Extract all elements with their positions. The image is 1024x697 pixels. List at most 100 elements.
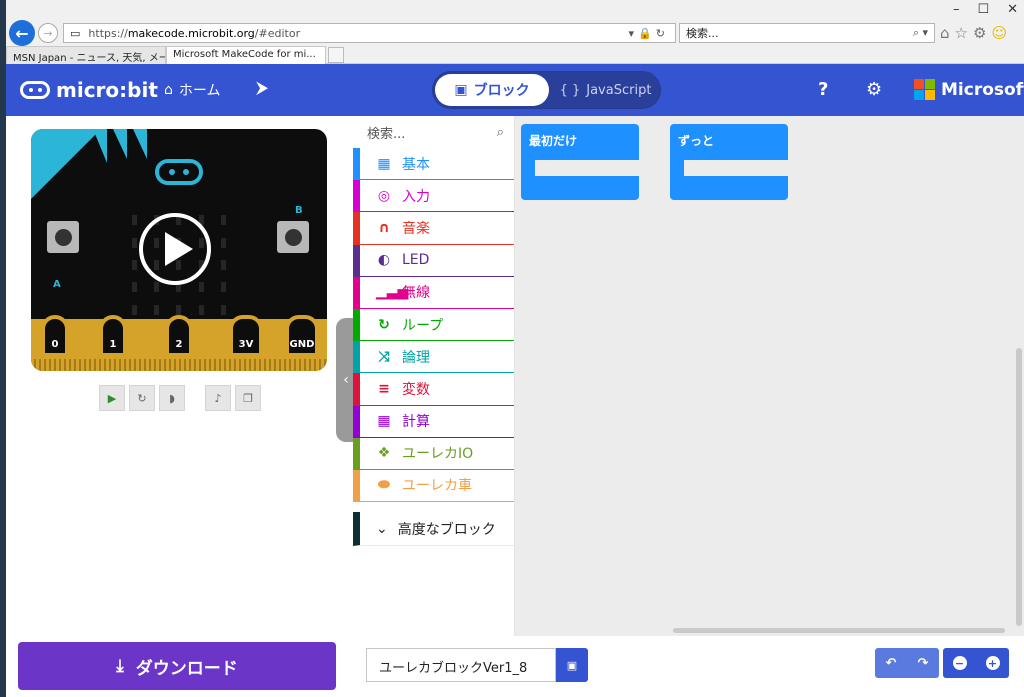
forward-button[interactable]: →	[38, 23, 58, 43]
url-prefix: https://	[88, 26, 128, 40]
save-icon[interactable]: ▣	[556, 648, 588, 682]
category-basic[interactable]: ▦ 基本	[353, 148, 514, 181]
category-label: 基本	[402, 156, 430, 173]
category-variables[interactable]: ≡ 変数	[353, 373, 514, 406]
on-start-block[interactable]: 最初だけ	[521, 124, 639, 200]
url-text: https://makecode.microbit.org/#editor	[88, 27, 300, 40]
workspace-vertical-scrollbar[interactable]	[1016, 348, 1022, 626]
blocks-toggle-button[interactable]: ▣ ブロック	[435, 74, 549, 106]
share-icon[interactable]: ⮞	[256, 78, 268, 98]
board-notch	[93, 129, 107, 163]
home-icon: ⌂	[164, 82, 173, 98]
zoom-out-icon[interactable]: −	[952, 656, 967, 670]
new-tab-button[interactable]	[328, 47, 344, 63]
microbit-logo[interactable]: micro:bit	[20, 78, 158, 102]
zoom-group: − +	[943, 648, 1009, 678]
sound-icon[interactable]: ♪	[205, 385, 231, 411]
url-host: makecode.microbit.org	[127, 26, 255, 40]
address-bar[interactable]: ▭ https://makecode.microbit.org/#editor …	[63, 23, 676, 43]
braces-icon: { }	[559, 82, 581, 98]
microsoft-logo[interactable]: Microsoft	[914, 79, 1024, 100]
smiley-icon[interactable]: ☺	[991, 24, 1007, 42]
category-math[interactable]: ▦ 計算	[353, 405, 514, 438]
play-icon[interactable]: ▶	[99, 385, 125, 411]
minimize-button[interactable]: –	[953, 2, 960, 17]
restart-icon[interactable]: ↻	[129, 385, 155, 411]
download-label: ダウンロード	[135, 658, 238, 679]
simulator-play-icon[interactable]	[139, 213, 211, 285]
close-button[interactable]: ✕	[1007, 2, 1018, 17]
window-controls: – ☐ ✕	[953, 2, 1018, 17]
project-name-input[interactable]: ユーレカブロックVer1_8	[366, 648, 556, 682]
board-notch	[113, 129, 127, 159]
home-button[interactable]: ⌂ ホーム	[164, 80, 220, 100]
refresh-icon: ↻	[378, 316, 390, 333]
list-icon: ≡	[378, 380, 390, 397]
maximize-button[interactable]: ☐	[977, 2, 989, 17]
tab-makecode[interactable]: Microsoft MakeCode for mi...	[166, 46, 326, 64]
forever-block[interactable]: ずっと	[670, 124, 788, 200]
home-icon[interactable]: ⌂	[940, 24, 950, 42]
calculator-icon: ▦	[377, 413, 391, 430]
puzzle-icon: ❖	[377, 445, 391, 462]
undo-icon[interactable]: ↶	[886, 656, 897, 671]
lock-icon[interactable]: 🔒	[638, 27, 656, 40]
button-b[interactable]	[277, 221, 309, 253]
pin-0[interactable]: 0	[41, 315, 69, 357]
zoom-in-icon[interactable]: +	[985, 656, 1000, 670]
blocks-workspace[interactable]: 最初だけ ずっと	[515, 116, 1024, 636]
category-loops[interactable]: ↻ ループ	[353, 308, 514, 342]
category-input[interactable]: ◎ 入力	[353, 180, 514, 213]
download-button[interactable]: ⤓ ダウンロード	[18, 642, 336, 690]
workspace-horizontal-scrollbar[interactable]	[673, 628, 1005, 633]
tab-label: Microsoft MakeCode for mi...	[173, 49, 316, 60]
signal-icon: ▁▃▅	[376, 284, 409, 301]
pin-2[interactable]: 2	[165, 315, 193, 357]
category-advanced[interactable]: ⌄ 高度なブロック	[353, 512, 514, 547]
category-radio[interactable]: ▁▃▅ 無線	[353, 276, 514, 309]
button-b-label: B	[295, 205, 303, 216]
browser-chrome: – ☐ ✕ ← → ▭ https://makecode.microbit.or…	[6, 0, 1024, 64]
fullscreen-icon[interactable]: ❐	[235, 385, 261, 411]
search-icon[interactable]: ⌕	[497, 125, 504, 140]
url-path: /#editor	[254, 26, 301, 40]
editor-toggle: ▣ ブロック { } JavaScript	[432, 71, 661, 109]
board-corner	[31, 129, 101, 199]
category-label: 変数	[402, 381, 430, 398]
pin-3v[interactable]: 3V	[229, 315, 263, 357]
microbit-board[interactable]: A B 0 1 2 3V GND	[31, 129, 327, 371]
category-led[interactable]: ◐ LED	[353, 244, 514, 277]
microsoft-logo-icon	[914, 79, 935, 100]
category-eureka-io[interactable]: ❖ ユーレカIO	[353, 437, 514, 470]
download-icon: ⤓	[116, 656, 124, 676]
toolbar-icons: ⌂ ☆ ⚙ ☺	[940, 24, 1007, 42]
settings-gear-icon[interactable]: ⚙	[866, 79, 882, 100]
help-icon[interactable]: ?	[818, 79, 828, 100]
tab-msn[interactable]: MSN Japan - ニュース, 天気, メー...	[6, 46, 166, 64]
address-actions: ▾🔒↻	[629, 27, 675, 40]
toggle-icon: ◐	[377, 252, 391, 269]
favorites-star-icon[interactable]: ☆	[955, 24, 968, 42]
browser-search-input[interactable]: 検索... ⌕ ▾	[679, 23, 935, 43]
redo-icon[interactable]: ↷	[918, 656, 929, 671]
gear-icon[interactable]: ⚙	[973, 24, 986, 42]
category-eureka-car[interactable]: ⬬ ユーレカ車	[353, 469, 514, 503]
pin-gnd[interactable]: GND	[285, 315, 319, 357]
refresh-icon[interactable]: ↻	[656, 27, 669, 40]
button-a-label: A	[53, 279, 61, 290]
button-a[interactable]	[47, 221, 79, 253]
slow-mo-icon[interactable]: ◗	[159, 385, 185, 411]
category-music[interactable]: ∩ 音楽	[353, 212, 514, 245]
pin-1[interactable]: 1	[99, 315, 127, 357]
search-icon[interactable]: ⌕ ▾	[913, 26, 934, 40]
brand-text: Microsoft	[941, 79, 1024, 100]
dropdown-icon[interactable]: ▾	[629, 27, 639, 40]
target-icon: ◎	[377, 187, 391, 204]
edge-contacts	[31, 359, 327, 371]
toolbox-search-input[interactable]: 検索... ⌕	[353, 116, 514, 148]
board-logo	[155, 159, 203, 185]
category-logic[interactable]: ⤨ 論理	[353, 341, 514, 374]
category-label: 計算	[402, 414, 430, 431]
back-button[interactable]: ←	[9, 20, 35, 46]
javascript-toggle-button[interactable]: { } JavaScript	[553, 74, 658, 106]
